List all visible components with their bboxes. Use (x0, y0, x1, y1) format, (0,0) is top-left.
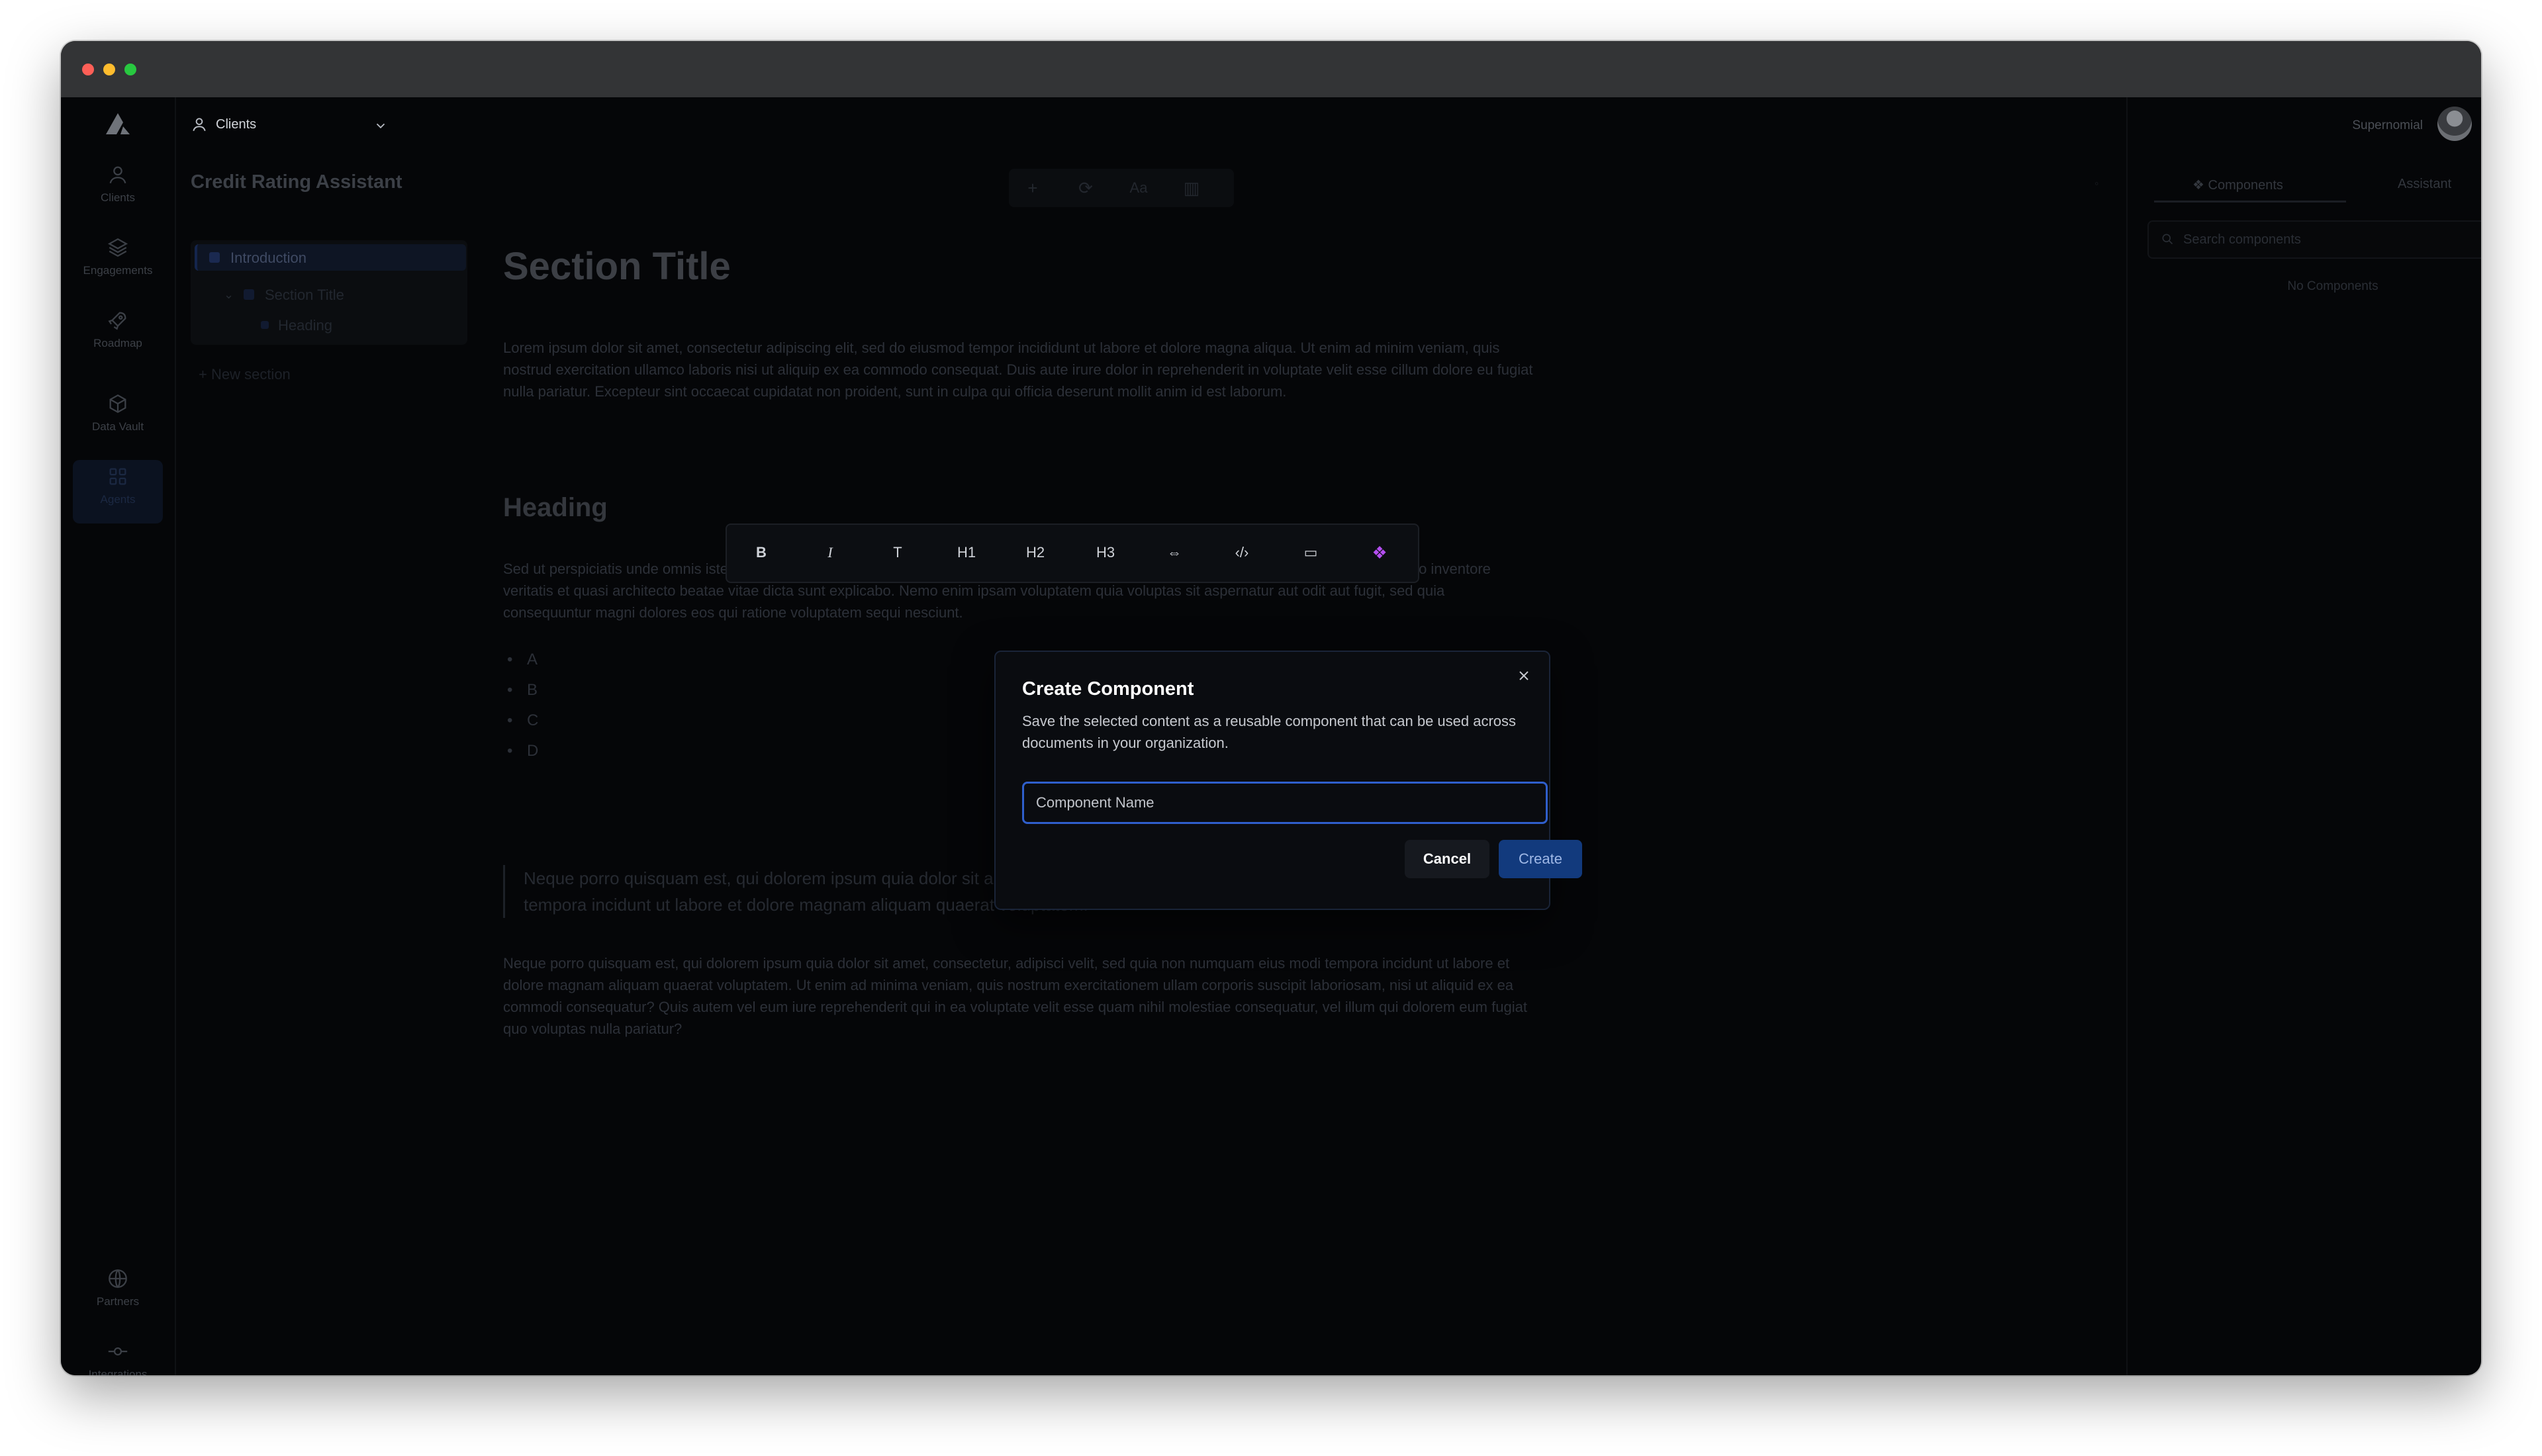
nav-item-label: Introduction (230, 250, 306, 266)
nav-rail: Clients Engagements Roadmap Data Vault A… (61, 97, 176, 1375)
list-item: D (506, 742, 538, 760)
dialog-title: Create Component (1022, 678, 1194, 700)
document-toolbar: + ⟳ Aa ▥ (1009, 169, 1234, 207)
active-tab-indicator (2154, 201, 2346, 203)
nav-item-heading[interactable]: Heading (261, 312, 459, 338)
subheading: Heading (503, 493, 608, 522)
rocket-icon (108, 312, 126, 330)
paragraph: Lorem ipsum dolor sit amet, consectetur … (503, 340, 1533, 400)
italic-button[interactable]: I (810, 535, 850, 570)
rail-item-clients[interactable]: Clients (73, 158, 163, 222)
add-icon[interactable]: + (1019, 175, 1046, 201)
client-picker[interactable]: Clients (191, 111, 389, 140)
rail-label: Engagements (83, 264, 153, 277)
rail-item-engagements[interactable]: Engagements (73, 231, 163, 295)
rail-label: Clients (101, 191, 135, 204)
section-heading: Section Title (503, 245, 731, 288)
tab-label: Components (2208, 178, 2283, 193)
rail-item-partners[interactable]: Partners (73, 1262, 163, 1326)
title-bar (61, 41, 2481, 97)
link-icon[interactable]: ⇔ (1154, 535, 1194, 570)
section-icon (244, 289, 254, 300)
section-nav: Introduction ⌄ Section Title Heading (191, 240, 467, 345)
nav-item-label: Heading (278, 317, 332, 334)
nav-item-section-title[interactable]: ⌄ Section Title (224, 281, 462, 308)
list-item: A (507, 651, 538, 669)
cube-icon (109, 394, 126, 414)
search-input[interactable] (2182, 227, 2481, 252)
section-icon (209, 252, 220, 263)
chevron-down-icon[interactable]: ⌄ (224, 288, 234, 302)
typography-icon[interactable]: Aa (1125, 175, 1152, 201)
new-section-button[interactable]: + New section (199, 366, 291, 383)
minimize-window-button[interactable] (103, 64, 115, 75)
refresh-icon[interactable]: ⟳ (1072, 175, 1099, 201)
app-window: Clients Engagements Roadmap Data Vault A… (61, 41, 2481, 1375)
client-picker-label: Clients (216, 117, 257, 132)
text-button[interactable]: T (878, 535, 918, 570)
component-search (2147, 220, 2481, 259)
layers-icon (107, 238, 128, 257)
rail-label: Integrations (88, 1368, 148, 1375)
rail-label: Agents (100, 493, 136, 506)
page-title: Credit Rating Assistant (191, 171, 402, 193)
empty-state: No Components (2287, 279, 2378, 293)
grid-icon (109, 468, 126, 485)
logo-icon (106, 113, 130, 134)
tab-assistant[interactable]: Assistant (2398, 177, 2451, 192)
nav-item-label: Section Title (265, 287, 344, 303)
component-icon[interactable]: ❖ (1360, 535, 1399, 570)
nav-item-introduction[interactable]: Introduction (195, 244, 466, 271)
create-component-dialog: Create Component Save the selected conte… (994, 651, 1582, 910)
dialog-description: Save the selected content as a reusable … (1022, 713, 1517, 751)
rail-item-roadmap[interactable]: Roadmap (73, 304, 163, 367)
code-icon[interactable]: ‹/› (1222, 535, 1262, 570)
bold-button[interactable]: B (741, 535, 781, 570)
rail-label: Partners (96, 1295, 140, 1308)
cancel-button[interactable]: Cancel (1405, 840, 1489, 878)
tab-components[interactable]: ❖ Components (2192, 177, 2283, 193)
h1-button[interactable]: H1 (947, 535, 986, 570)
comment-icon[interactable]: ▭ (1291, 535, 1331, 570)
h2-button[interactable]: H2 (1015, 535, 1055, 570)
search-icon (2162, 234, 2173, 245)
format-toolbar: B I T H1 H2 H3 ⇔ ‹/› ▭ ❖ (726, 523, 1419, 583)
right-panel: ◦ ❖ Components Assistant No Components (2095, 97, 2481, 1375)
rail-item-integrations[interactable]: Integrations (73, 1335, 163, 1375)
close-window-button[interactable] (82, 64, 94, 75)
close-icon[interactable] (1516, 668, 1532, 684)
list-item: C (506, 711, 538, 730)
app-body: Clients Engagements Roadmap Data Vault A… (61, 97, 2481, 1375)
heading-icon (261, 321, 269, 329)
rail-item-data-vault[interactable]: Data Vault (73, 387, 163, 451)
rail-item-agents[interactable]: Agents (73, 460, 163, 523)
rail-label: Data Vault (91, 420, 144, 433)
paragraph: Neque porro quisquam est, qui dolorem ip… (503, 955, 1527, 1037)
user-icon (109, 166, 126, 184)
commit-icon (108, 1347, 128, 1356)
list-item: B (507, 681, 538, 700)
maximize-window-button[interactable] (124, 64, 136, 75)
rail-label: Roadmap (93, 337, 142, 349)
create-button[interactable]: Create (1499, 840, 1582, 878)
user-icon (193, 118, 206, 132)
panel-toggle-icon[interactable]: ◦ (2095, 177, 2098, 191)
chevron-down-icon (376, 123, 385, 129)
h3-button[interactable]: H3 (1086, 535, 1125, 570)
component-name-input[interactable] (1022, 782, 1548, 824)
globe-icon (109, 1269, 127, 1289)
chart-icon[interactable]: ▥ (1178, 175, 1205, 201)
